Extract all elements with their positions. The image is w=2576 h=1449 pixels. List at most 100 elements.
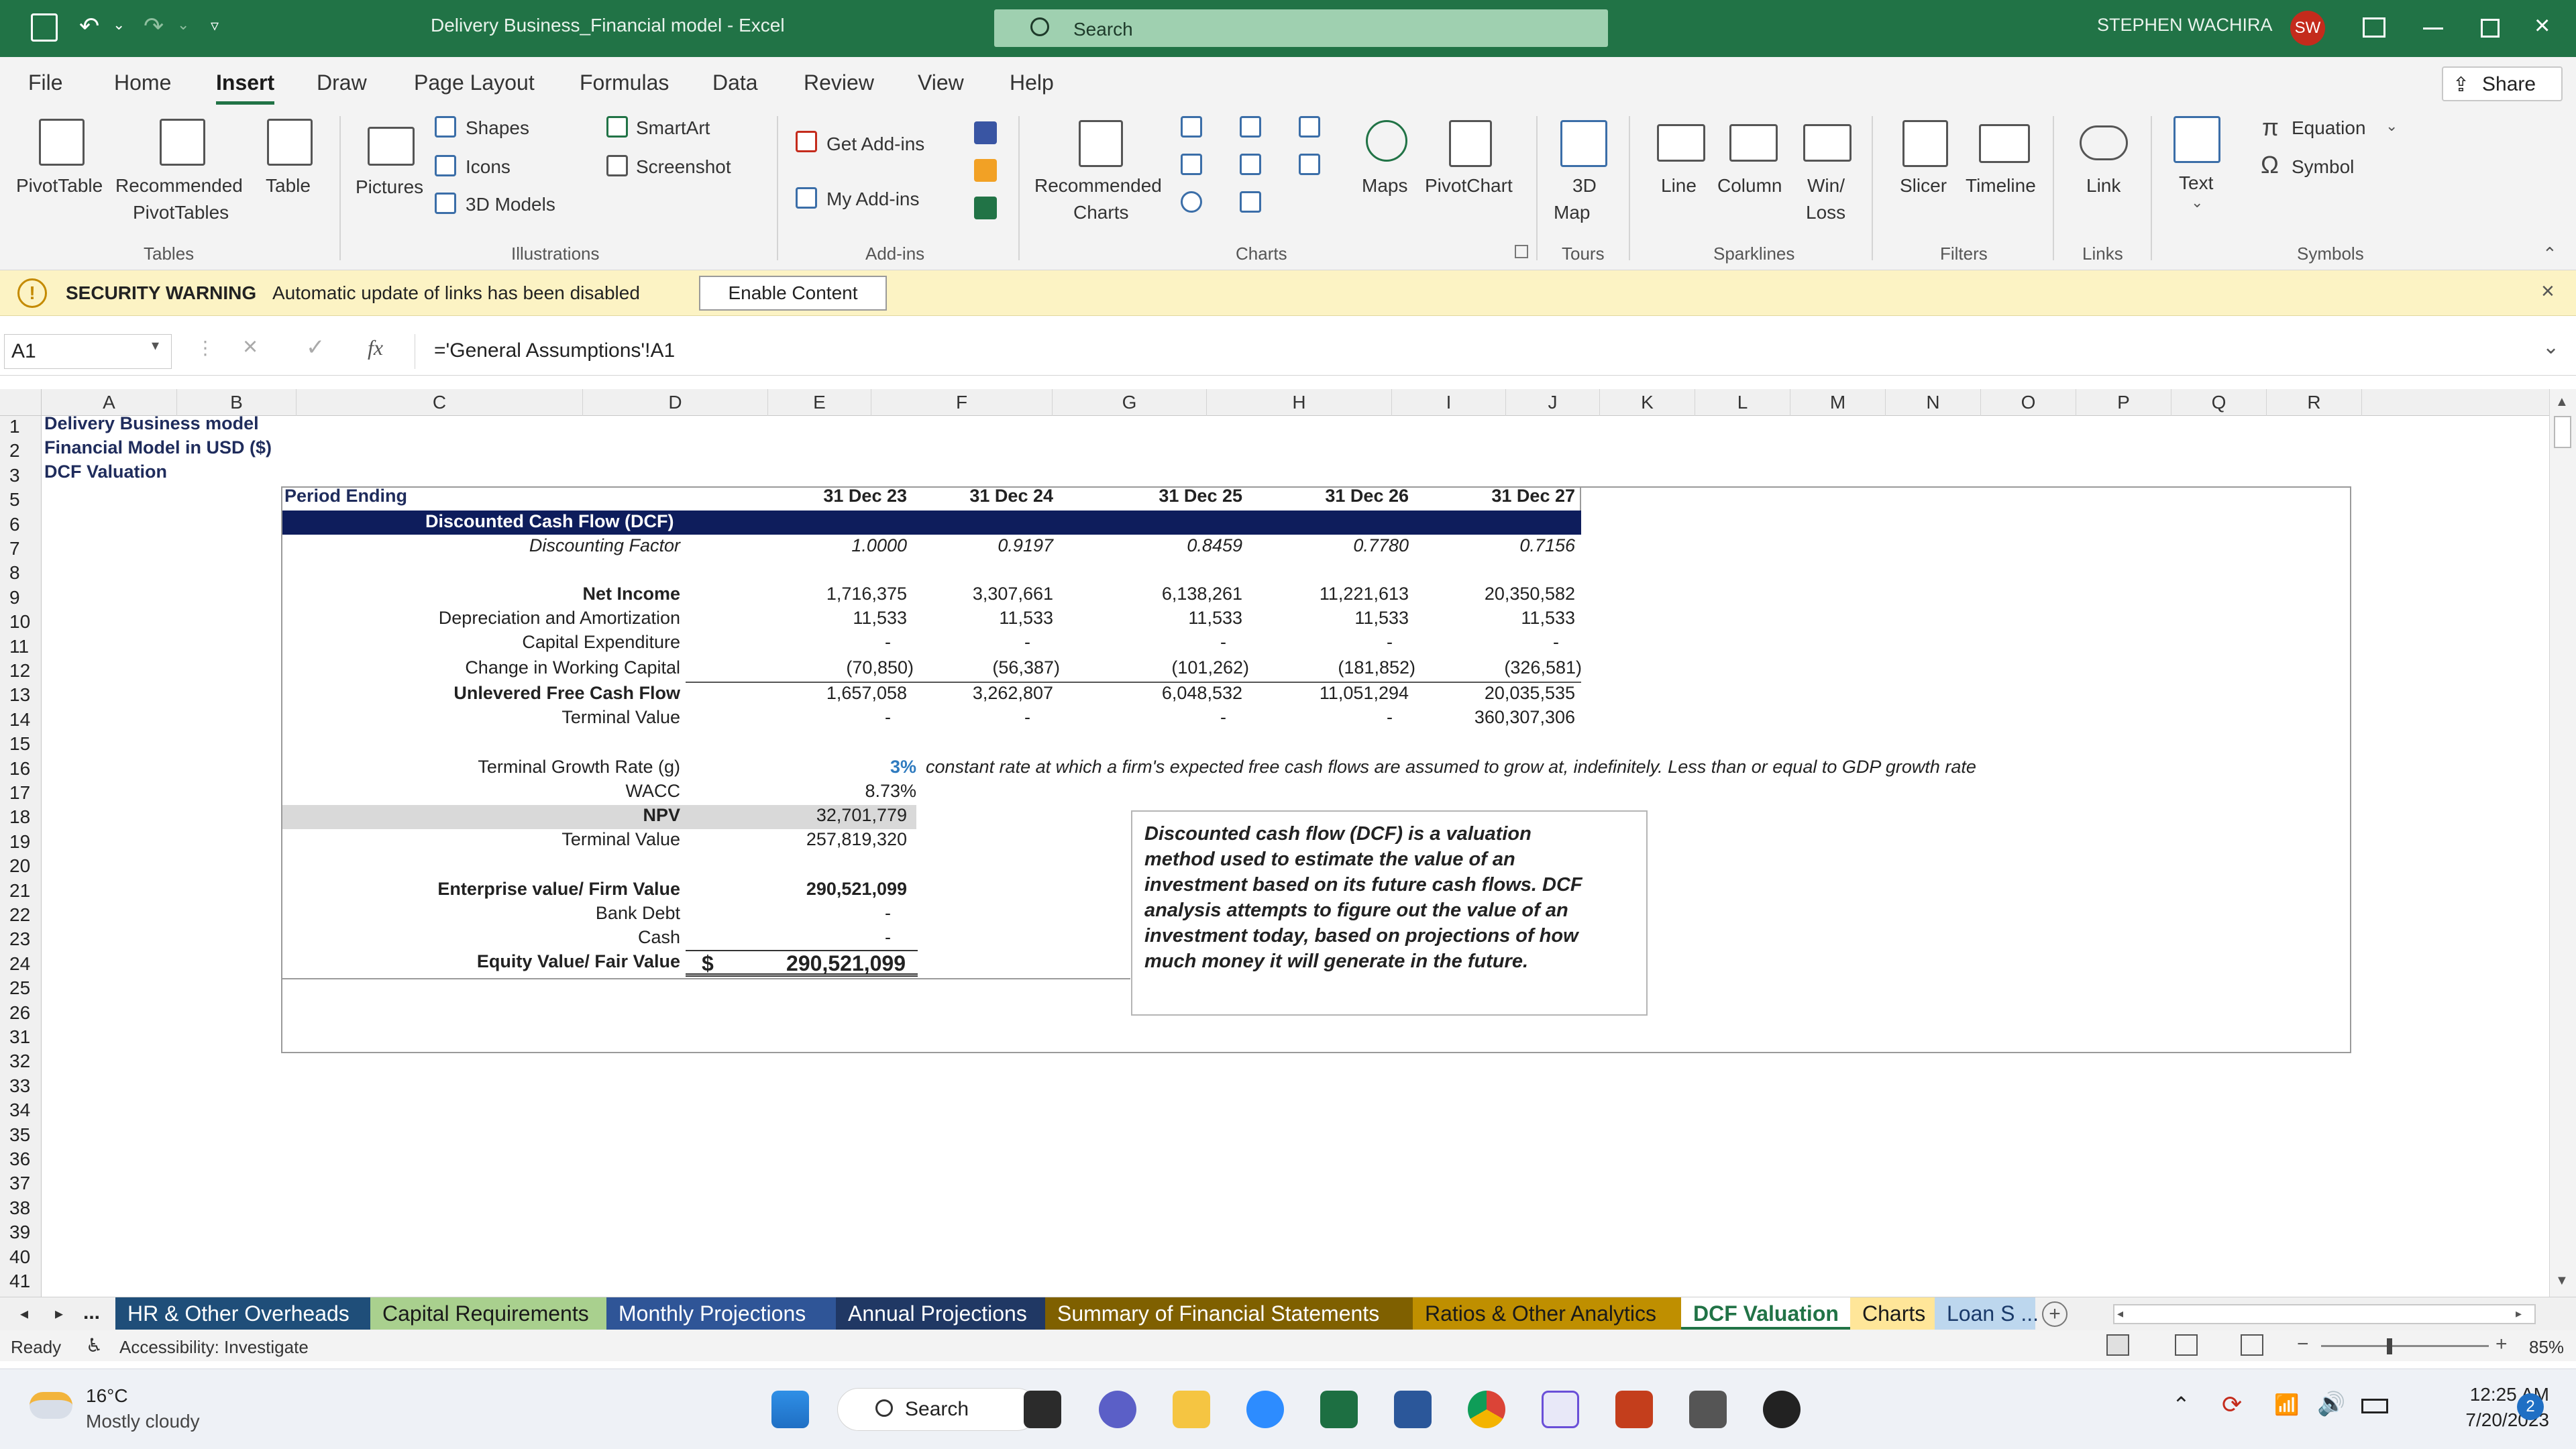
tab-formulas[interactable]: Formulas bbox=[580, 70, 669, 95]
hierarchy-chart-icon[interactable] bbox=[1240, 116, 1261, 138]
search-box[interactable]: Search bbox=[994, 9, 1608, 47]
scroll-up-icon[interactable]: ▲ bbox=[2555, 394, 2569, 410]
user-name[interactable]: STEPHEN WACHIRA bbox=[2097, 15, 2273, 36]
column-header[interactable]: H bbox=[1207, 389, 1392, 416]
text-dropdown-icon[interactable]: ⌄ bbox=[2191, 194, 2203, 211]
column-header[interactable]: E bbox=[768, 389, 871, 416]
row-header[interactable]: 31 bbox=[0, 1026, 39, 1051]
wc-f[interactable]: (101,262) bbox=[1108, 657, 1249, 678]
show-hidden-icons-icon[interactable]: ⌃ bbox=[2172, 1392, 2190, 1417]
share-button[interactable]: ⇪ Share bbox=[2442, 66, 2563, 101]
scatter-chart-icon[interactable] bbox=[1240, 191, 1261, 213]
table-button[interactable]: Table bbox=[266, 175, 311, 197]
link-button[interactable]: Link bbox=[2086, 175, 2121, 197]
sparkline-column-button[interactable]: Column bbox=[1717, 175, 1782, 197]
cash-label[interactable]: Cash bbox=[278, 927, 680, 948]
column-header[interactable]: J bbox=[1506, 389, 1600, 416]
close-icon[interactable]: × bbox=[2534, 11, 2550, 41]
chrome-icon[interactable] bbox=[1468, 1391, 1505, 1428]
h-scroll-right-icon[interactable]: ▸ bbox=[2516, 1307, 2522, 1321]
debt-value[interactable]: - bbox=[773, 903, 891, 924]
insert-function-icon[interactable]: fx bbox=[368, 335, 383, 360]
row-header[interactable]: 41 bbox=[0, 1271, 39, 1295]
row-header[interactable]: 22 bbox=[0, 904, 39, 928]
text-button[interactable]: Text bbox=[2179, 172, 2213, 194]
sheet-tab-hr[interactable]: HR & Other Overheads bbox=[115, 1297, 370, 1330]
wc-g[interactable]: (181,852) bbox=[1275, 657, 1415, 678]
column-header[interactable]: O bbox=[1981, 389, 2076, 416]
task-view-icon[interactable] bbox=[1024, 1391, 1061, 1428]
date-d[interactable]: 31 Dec 23 bbox=[773, 486, 907, 506]
row-header[interactable]: 35 bbox=[0, 1124, 39, 1148]
tv2-label[interactable]: Terminal Value bbox=[278, 829, 680, 850]
row-header[interactable]: 25 bbox=[0, 977, 39, 1002]
column-header[interactable]: I bbox=[1392, 389, 1506, 416]
column-header[interactable]: K bbox=[1600, 389, 1695, 416]
undo-dropdown-icon[interactable]: ⌄ bbox=[113, 16, 125, 34]
tv2-value[interactable]: 257,819,320 bbox=[773, 829, 907, 850]
pivottable-button[interactable]: PivotTable bbox=[16, 175, 103, 197]
pictures-button[interactable]: Pictures bbox=[356, 176, 423, 198]
pivotchart-button[interactable]: PivotChart bbox=[1425, 175, 1513, 197]
column-header[interactable]: P bbox=[2076, 389, 2171, 416]
column-header[interactable]: C bbox=[297, 389, 583, 416]
row-header[interactable]: 12 bbox=[0, 660, 39, 684]
ni-d[interactable]: 1,716,375 bbox=[773, 584, 907, 604]
expand-formula-bar-icon[interactable]: ⌄ bbox=[2542, 335, 2559, 359]
cash-value[interactable]: - bbox=[773, 927, 891, 948]
sparkline-line-button[interactable]: Line bbox=[1661, 175, 1697, 197]
excel-icon[interactable] bbox=[1320, 1391, 1358, 1428]
dcf-explanation-textbox[interactable]: Discounted cash flow (DCF) is a valuatio… bbox=[1131, 810, 1648, 1016]
cell-a3[interactable]: DCF Valuation bbox=[44, 462, 167, 482]
cell-a1[interactable]: Delivery Business model bbox=[44, 413, 259, 434]
column-header[interactable]: B bbox=[177, 389, 297, 416]
snipping-tool-icon[interactable] bbox=[1542, 1391, 1579, 1428]
tab-insert[interactable]: Insert bbox=[216, 70, 275, 105]
row-header[interactable]: 3 bbox=[0, 465, 39, 489]
select-all-corner[interactable] bbox=[0, 389, 42, 416]
column-header[interactable]: R bbox=[2267, 389, 2362, 416]
line-chart-icon[interactable] bbox=[1181, 154, 1202, 175]
row-header[interactable]: 34 bbox=[0, 1099, 39, 1124]
ni-e[interactable]: 3,307,661 bbox=[919, 584, 1053, 604]
ev-label[interactable]: Enterprise value/ Firm Value bbox=[278, 879, 680, 900]
taskbar-search[interactable]: Search bbox=[837, 1388, 1038, 1431]
tab-help[interactable]: Help bbox=[1010, 70, 1054, 95]
row-header[interactable]: 17 bbox=[0, 782, 39, 806]
vertical-scrollbar[interactable]: ▲ ▼ bbox=[2549, 389, 2576, 1297]
date-e[interactable]: 31 Dec 24 bbox=[919, 486, 1053, 506]
da-h[interactable]: 11,533 bbox=[1441, 608, 1575, 629]
enable-content-button[interactable]: Enable Content bbox=[699, 276, 887, 311]
df-f[interactable]: 0.8459 bbox=[1108, 535, 1242, 556]
period-ending-label[interactable]: Period Ending bbox=[284, 486, 407, 506]
confirm-formula-icon[interactable]: ✓ bbox=[306, 334, 325, 361]
row-header[interactable]: 26 bbox=[0, 1002, 39, 1026]
h-scroll-left-icon[interactable]: ◂ bbox=[2117, 1307, 2123, 1321]
zoom-level[interactable]: 85% bbox=[2529, 1337, 2564, 1358]
volume-icon[interactable]: 🔊 bbox=[2317, 1391, 2345, 1417]
word-icon[interactable] bbox=[1394, 1391, 1432, 1428]
date-g[interactable]: 31 Dec 26 bbox=[1275, 486, 1409, 506]
row-header[interactable]: 40 bbox=[0, 1246, 39, 1271]
tv-label[interactable]: Terminal Value bbox=[278, 707, 680, 728]
cancel-formula-icon[interactable]: × bbox=[243, 333, 258, 362]
capex-h[interactable]: - bbox=[1441, 632, 1559, 653]
tv-d[interactable]: - bbox=[773, 707, 891, 728]
row-header[interactable]: 9 bbox=[0, 587, 39, 611]
dismiss-warning-icon[interactable]: × bbox=[2541, 278, 2555, 305]
ev-value[interactable]: 290,521,099 bbox=[773, 879, 907, 900]
wc-e[interactable]: (56,387) bbox=[919, 657, 1060, 678]
ni-f[interactable]: 6,138,261 bbox=[1108, 584, 1242, 604]
minimize-icon[interactable] bbox=[2423, 28, 2443, 30]
discounting-factor-label[interactable]: Discounting Factor bbox=[412, 535, 680, 556]
cell-a2[interactable]: Financial Model in USD ($) bbox=[44, 437, 272, 458]
date-f[interactable]: 31 Dec 25 bbox=[1108, 486, 1242, 506]
row-header[interactable]: 21 bbox=[0, 880, 39, 904]
tab-file[interactable]: File bbox=[28, 70, 63, 95]
zoom-icon[interactable] bbox=[1246, 1391, 1284, 1428]
row-header[interactable]: 6 bbox=[0, 514, 39, 538]
sheet-tab-capital[interactable]: Capital Requirements bbox=[370, 1297, 606, 1330]
waterfall-chart-icon[interactable] bbox=[1299, 116, 1320, 138]
3d-models-button[interactable]: 3D Models bbox=[466, 194, 555, 215]
statistic-chart-icon[interactable] bbox=[1240, 154, 1261, 175]
